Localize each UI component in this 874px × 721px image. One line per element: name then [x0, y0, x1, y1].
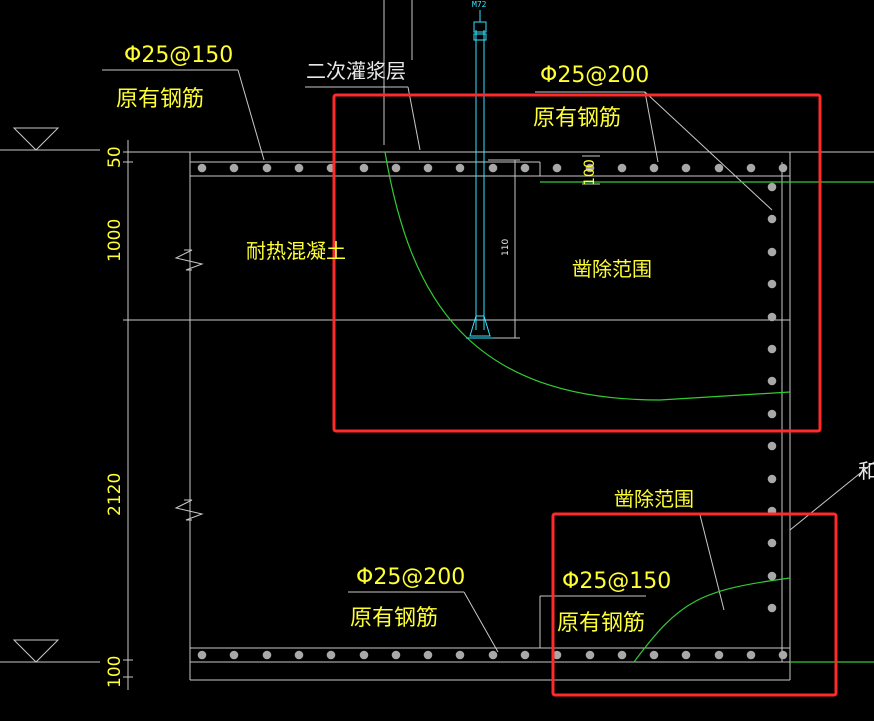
rebar-dot: [423, 163, 433, 173]
rebar-dot: [681, 163, 691, 173]
rebar-dot: [262, 650, 272, 660]
removal-area-top-label: 凿除范围: [572, 257, 652, 281]
rebar-dot: [767, 538, 777, 548]
rebar-dot: [359, 650, 369, 660]
rebar-dot: [649, 163, 659, 173]
rebar-dot: [767, 247, 777, 257]
anchor-bolt: [466, 10, 494, 339]
rebar-dot: [520, 163, 530, 173]
rebar-dot: [294, 163, 304, 173]
rebar-bottom-left-spec: Φ25@200: [356, 565, 465, 590]
level-marker-top: [0, 127, 100, 151]
rebar-dot: [767, 376, 777, 386]
cut-off-label: 和: [858, 459, 874, 483]
rebar-dot: [778, 163, 788, 173]
rebar-dot: [585, 650, 595, 660]
rebar-dot: [455, 163, 465, 173]
rebar-dot: [767, 441, 777, 451]
rebar-dot: [391, 650, 401, 660]
rebar-dot: [520, 650, 530, 660]
rebar-dot: [767, 279, 777, 289]
leader-lines: [102, 69, 874, 653]
rebar-dot: [552, 163, 562, 173]
rebar-dot: [767, 571, 777, 581]
rebar-dot: [746, 163, 756, 173]
rebar-dot: [767, 182, 777, 192]
rebar-dot: [746, 650, 756, 660]
rebar-dot: [294, 650, 304, 660]
rebar-dot: [455, 650, 465, 660]
rebar-dot: [359, 163, 369, 173]
rebar-bottom-right-spec: Φ25@150: [562, 569, 671, 594]
rebar-dot: [326, 650, 336, 660]
rebar-dot: [423, 650, 433, 660]
rebar-dot: [391, 163, 401, 173]
dim-1000: 1000: [105, 219, 125, 262]
rebar-dot: [197, 650, 207, 660]
rebar-top-left-spec: Φ25@150: [124, 43, 233, 68]
rebar-dot: [229, 650, 239, 660]
rebar-dot: [767, 312, 777, 322]
rebar-dot: [767, 344, 777, 354]
rebar-dot: [767, 474, 777, 484]
dim-2120: 2120: [105, 473, 125, 516]
rebar-dot: [617, 650, 627, 660]
dimension-line: [123, 140, 790, 690]
level-marker-bottom: [0, 639, 100, 663]
rebar-dot: [681, 650, 691, 660]
rebar-dot: [488, 650, 498, 660]
rebar-dot: [488, 163, 498, 173]
dim-100: 100: [105, 656, 125, 688]
heat-resistant-concrete-label: 耐热混凝土: [246, 239, 346, 263]
rebar-dot: [649, 650, 659, 660]
rebar-dot: [229, 163, 239, 173]
rebar-dot: [767, 214, 777, 224]
rebar-dot: [197, 163, 207, 173]
break-mark-top: [174, 249, 204, 271]
rebar-bottom-right-note: 原有钢筋: [557, 611, 645, 636]
rebar-top-right-spec: Φ25@200: [540, 63, 649, 88]
bolt-tag: M72: [472, 0, 487, 9]
rebar-dot: [767, 603, 777, 613]
rebar-bottom-left-note: 原有钢筋: [350, 606, 438, 631]
rebar-dot: [714, 163, 724, 173]
grout-layer-label: 二次灌浆层: [306, 59, 406, 83]
dim-100-small: 100: [582, 159, 598, 186]
break-mark-bottom: [174, 499, 204, 521]
cad-drawing: Φ25@150 原有钢筋 二次灌浆层 Φ25@200 原有钢筋 耐热混凝土 凿除…: [0, 0, 874, 697]
rebar-top-right-note: 原有钢筋: [533, 106, 621, 131]
dim-50: 50: [105, 146, 125, 168]
rebar-dot: [617, 163, 627, 173]
dim-110: 110: [501, 239, 511, 256]
rebar-dot: [262, 163, 272, 173]
rebar-top-left-note: 原有钢筋: [116, 87, 204, 112]
rebar-dot: [778, 650, 788, 660]
rebar-dot: [714, 650, 724, 660]
removal-area-bottom-label: 凿除范围: [614, 487, 694, 511]
rebar-dot: [767, 409, 777, 419]
highlight-box-bottom: [551, 512, 838, 697]
